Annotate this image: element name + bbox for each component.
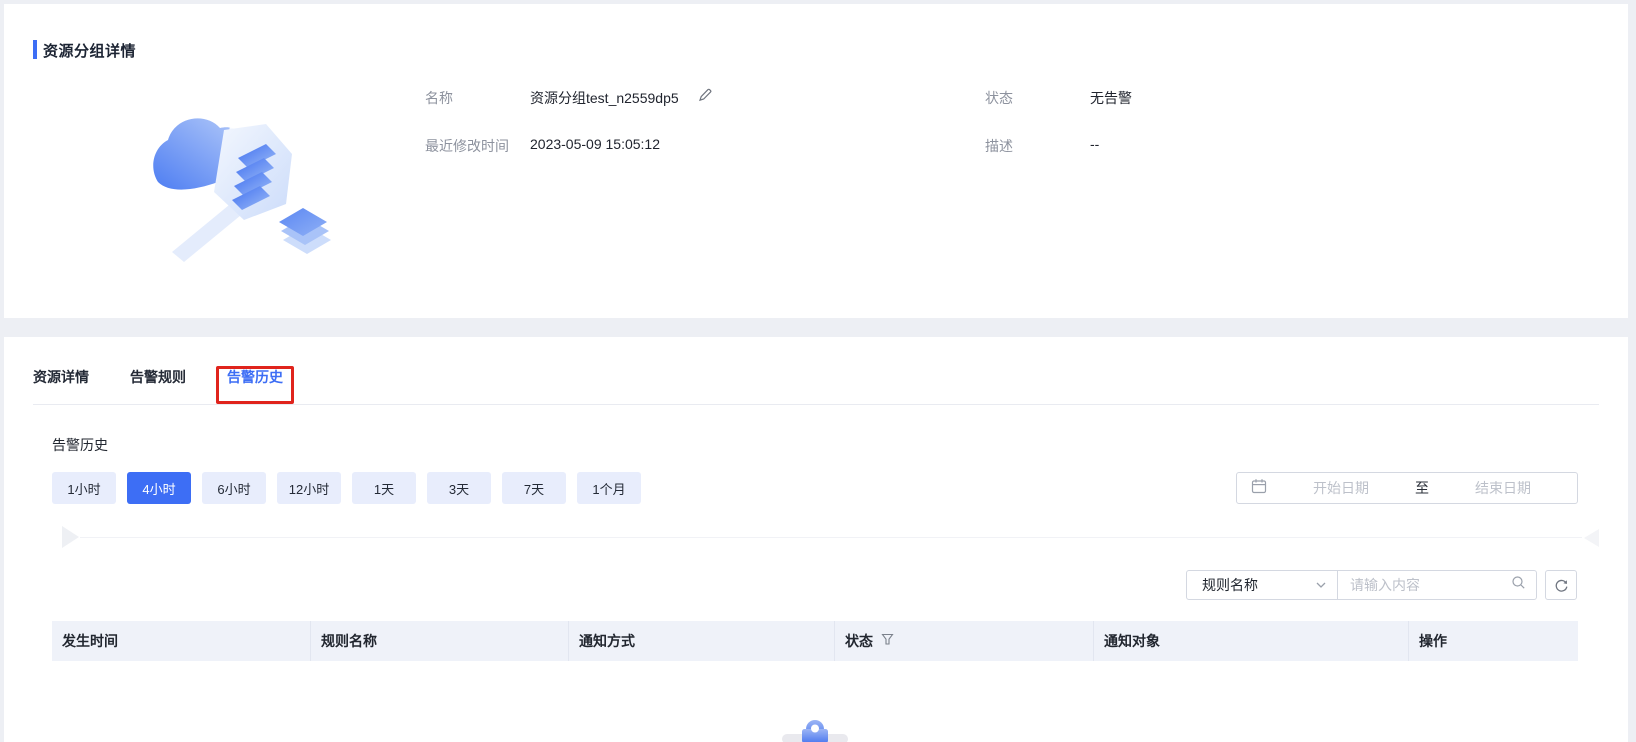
search-row: 规则名称 [1186,570,1577,600]
column-header-status: 状态 [834,621,1093,661]
column-header-occur-time: 发生时间 [62,633,118,649]
column-header-rule-name: 规则名称 [310,621,568,661]
range-button-12h[interactable]: 12小时 [277,472,341,504]
tab-alarm-rules[interactable]: 告警规则 [130,367,186,389]
status-value: 无告警 [1090,90,1132,106]
search-icon[interactable] [1511,575,1526,595]
edit-name-icon[interactable] [697,87,713,103]
page-title: 资源分组详情 [43,43,137,60]
range-button-4h[interactable]: 4小时 [127,472,191,504]
range-button-1mo[interactable]: 1个月 [577,472,641,504]
description-value: -- [1090,136,1100,152]
refresh-icon [1555,579,1567,592]
search-field-select[interactable]: 规则名称 [1186,570,1338,600]
refresh-button[interactable] [1545,570,1577,600]
search-field-select-value: 规则名称 [1202,577,1258,593]
modified-time-label: 最近修改时间 [425,138,509,154]
name-value: 资源分组test_n2559dp5 [530,90,679,106]
resource-group-detail-card: 资源分组详情 名称 资源分组test_n2559dp5 状态 无告警 最近修改时… [4,4,1628,318]
page: 资源分组详情 名称 资源分组test_n2559dp5 状态 无告警 最近修改时… [0,0,1636,742]
time-range-group: 1小时 4小时 6小时 12小时 1天 3天 7天 1个月 [52,472,641,504]
strip-left-arrow-icon [62,526,79,548]
range-button-7d[interactable]: 7天 [502,472,566,504]
search-input[interactable] [1350,577,1511,593]
tabs-content-card: 资源详情 告警规则 告警历史 告警历史 1小时 4小时 6小时 12小时 1天 … [4,337,1628,742]
alarm-history-table-header: 发生时间 规则名称 通知方式 状态 通知对象 操作 [52,621,1578,661]
tab-divider [33,404,1599,405]
range-button-1h[interactable]: 1小时 [52,472,116,504]
strip-divider [80,537,1582,538]
resource-group-illustration-icon [144,100,334,275]
modified-time-value: 2023-05-09 15:05:12 [530,136,660,152]
date-range-picker[interactable]: 开始日期 至 结束日期 [1236,472,1578,504]
column-header-actions: 操作 [1408,621,1578,661]
chevron-down-icon [1316,582,1326,588]
tab-alarm-history[interactable]: 告警历史 [227,367,283,389]
name-label: 名称 [425,90,453,106]
strip-right-arrow-icon [1584,529,1599,547]
status-filter-icon[interactable] [881,633,894,649]
end-date-placeholder[interactable]: 结束日期 [1429,478,1577,498]
range-button-3d[interactable]: 3天 [427,472,491,504]
title-accent-bar [33,40,37,59]
empty-state-icon [775,720,855,742]
date-range-separator: 至 [1415,480,1429,496]
column-header-notify-method: 通知方式 [568,621,834,661]
search-box [1337,570,1537,600]
range-button-6h[interactable]: 6小时 [202,472,266,504]
alarm-history-section-title: 告警历史 [52,437,108,453]
status-label: 状态 [985,90,1013,106]
range-button-1d[interactable]: 1天 [352,472,416,504]
column-header-notify-target: 通知对象 [1093,621,1408,661]
tab-resource-detail[interactable]: 资源详情 [33,367,89,389]
description-label: 描述 [985,138,1013,154]
calendar-icon [1251,478,1267,499]
start-date-placeholder[interactable]: 开始日期 [1267,478,1415,498]
